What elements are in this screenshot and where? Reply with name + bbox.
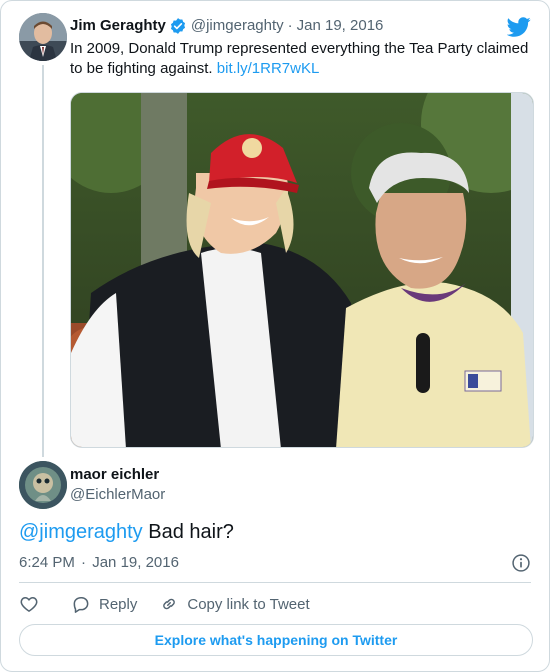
- heart-icon: [20, 597, 38, 612]
- reply-bubble-icon: [73, 597, 89, 613]
- reply-label: Reply: [99, 595, 138, 613]
- copy-link-label: Copy link to Tweet: [187, 595, 310, 613]
- mention-link[interactable]: @jimgeraghty: [19, 521, 143, 543]
- like-button[interactable]: [19, 594, 39, 614]
- reply-body: Bad hair?: [142, 521, 234, 543]
- copy-link-button[interactable]: Copy link to Tweet: [159, 594, 310, 614]
- tweet-text: In 2009, Donald Trump represented everyt…: [70, 39, 535, 79]
- reply-button[interactable]: Reply: [71, 594, 137, 614]
- info-icon[interactable]: [511, 553, 531, 573]
- reply-author-handle[interactable]: @EichlerMaor: [70, 485, 165, 505]
- actions-divider: [19, 582, 531, 583]
- tweet-timestamp[interactable]: 6:24 PM · Jan 19, 2016: [19, 553, 179, 573]
- author-avatar[interactable]: [19, 13, 67, 61]
- embedded-tweet-card: Jim Geraghty @jimgeraghty · Jan 19, 2016…: [0, 0, 550, 672]
- author-handle[interactable]: @jimgeraghty: [191, 16, 284, 36]
- timestamp-separator: ·: [81, 554, 87, 571]
- tweet-date[interactable]: Jan 19, 2016: [297, 16, 384, 36]
- header-separator: ·: [287, 17, 293, 34]
- tweet-timestamp-date: Jan 19, 2016: [92, 554, 179, 571]
- reply-author-avatar[interactable]: [19, 461, 67, 509]
- reply-author-display-name[interactable]: maor eichler: [70, 465, 159, 485]
- tweet-photo[interactable]: [70, 92, 534, 448]
- reply-tweet-text: @jimgeraghty Bad hair?: [19, 518, 234, 546]
- tweet-time: 6:24 PM: [19, 554, 75, 571]
- link-icon: [163, 598, 176, 610]
- author-display-name[interactable]: Jim Geraghty: [70, 16, 166, 36]
- twitter-bird-icon[interactable]: [506, 15, 531, 39]
- thread-connector-line: [42, 65, 44, 457]
- explore-twitter-button[interactable]: Explore what's happening on Twitter: [19, 624, 533, 656]
- tweet-header: Jim Geraghty @jimgeraghty · Jan 19, 2016: [70, 16, 383, 36]
- tweet-actions: Reply Copy link to Tweet: [19, 593, 332, 615]
- verified-badge-icon: [169, 17, 187, 35]
- tweet-link[interactable]: bit.ly/1RR7wKL: [217, 60, 320, 77]
